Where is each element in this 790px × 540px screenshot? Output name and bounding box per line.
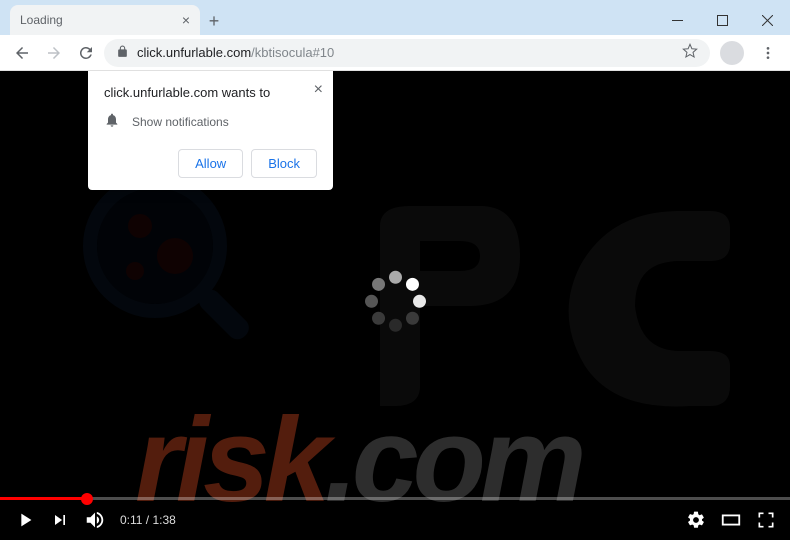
settings-button[interactable] xyxy=(686,510,706,530)
browser-toolbar: click.unfurlable.com/kbtisocula#10 xyxy=(0,35,790,71)
video-time: 0:11 / 1:38 xyxy=(120,513,176,527)
current-time: 0:11 xyxy=(120,513,142,527)
close-tab-icon[interactable]: × xyxy=(182,12,190,28)
fullscreen-button[interactable] xyxy=(756,510,776,530)
next-button[interactable] xyxy=(50,510,70,530)
address-bar[interactable]: click.unfurlable.com/kbtisocula#10 xyxy=(104,39,710,67)
video-controls: 0:11 / 1:38 xyxy=(0,500,790,540)
prompt-item-label: Show notifications xyxy=(132,115,229,129)
allow-button[interactable]: Allow xyxy=(178,149,243,178)
bell-icon xyxy=(104,112,120,131)
profile-avatar[interactable] xyxy=(720,41,744,65)
prompt-item: Show notifications xyxy=(104,112,317,131)
minimize-button[interactable] xyxy=(655,5,700,35)
volume-button[interactable] xyxy=(84,509,106,531)
forward-button[interactable] xyxy=(40,39,68,67)
block-button[interactable]: Block xyxy=(251,149,317,178)
back-button[interactable] xyxy=(8,39,36,67)
window-controls xyxy=(655,5,790,35)
browser-tab[interactable]: Loading × xyxy=(10,5,200,35)
lock-icon xyxy=(116,45,129,61)
tab-title: Loading xyxy=(20,13,182,27)
prompt-title: click.unfurlable.com wants to xyxy=(104,85,317,100)
notification-permission-prompt: × click.unfurlable.com wants to Show not… xyxy=(88,71,333,190)
bookmark-star-icon[interactable] xyxy=(682,43,698,62)
browser-menu-button[interactable] xyxy=(754,39,782,67)
page-content: risk.com × click.unfurlable.com wants to… xyxy=(0,71,790,540)
theater-mode-button[interactable] xyxy=(720,509,742,531)
new-tab-button[interactable]: + xyxy=(200,7,228,35)
close-window-button[interactable] xyxy=(745,5,790,35)
play-button[interactable] xyxy=(14,509,36,531)
maximize-button[interactable] xyxy=(700,5,745,35)
watermark-magnifier-icon xyxy=(80,171,250,371)
loading-spinner-icon xyxy=(360,266,430,336)
window-titlebar: Loading × + xyxy=(0,0,790,35)
url-text: click.unfurlable.com/kbtisocula#10 xyxy=(137,45,674,60)
close-icon[interactable]: × xyxy=(314,81,323,99)
duration: 1:38 xyxy=(152,513,175,527)
reload-button[interactable] xyxy=(72,39,100,67)
